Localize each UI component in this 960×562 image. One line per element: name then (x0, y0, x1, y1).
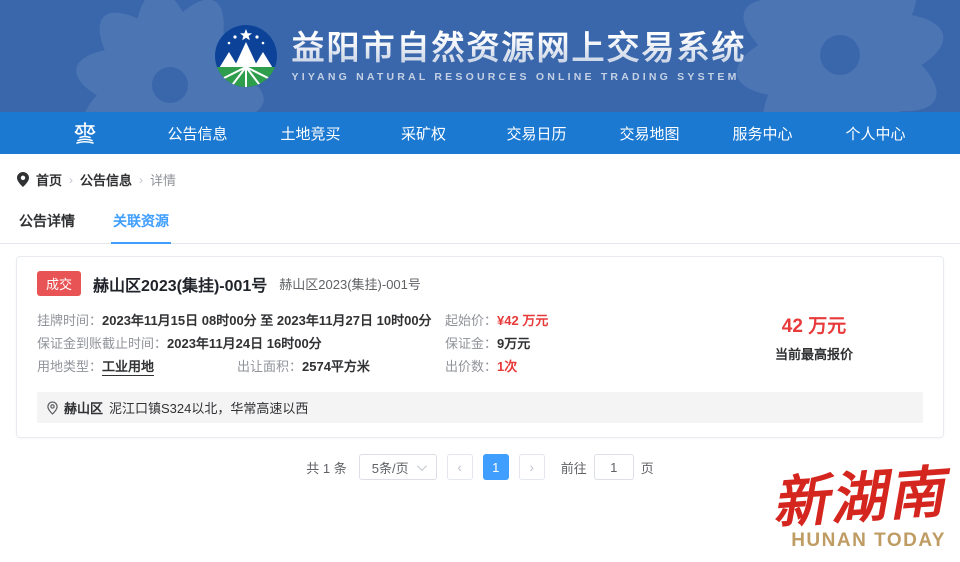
nav-item-service-center[interactable]: 服务中心 (706, 112, 819, 154)
breadcrumb-separator: › (139, 172, 144, 187)
land-type-pair: 用地类型： 工业用地 (37, 356, 237, 376)
breadcrumb-home[interactable]: 首页 (36, 170, 62, 189)
nav-item-land-bidding[interactable]: 土地竞买 (254, 112, 367, 154)
area-value: 2574平方米 (302, 359, 370, 374)
listing-subtitle: 赫山区2023(集挂)-001号 (279, 277, 421, 292)
land-type-label: 用地类型： (37, 359, 103, 374)
bid-count-value: 1次 (497, 359, 518, 374)
tab-related-resources[interactable]: 关联资源 (111, 203, 171, 244)
pagination: 共 1 条 5条/页 ‹ 1 › 前往 页 (0, 454, 960, 480)
breadcrumb-current: 详情 (150, 173, 177, 188)
goto-page-input[interactable] (593, 454, 634, 480)
location-pin-icon (17, 172, 29, 187)
land-type-value: 工业用地 (102, 356, 155, 376)
page-size-value: 5条/页 (371, 460, 409, 476)
hunan-today-logo: 新湖南 HUNAN TODAY (770, 459, 948, 552)
tab-announcement-detail[interactable]: 公告详情 (17, 203, 77, 244)
listing-card-header: 成交 赫山区2023(集挂)-001号 赫山区2023(集挂)-001号 (37, 271, 923, 296)
goto-unit: 页 (640, 460, 654, 476)
nav-item-trade-map[interactable]: 交易地图 (593, 112, 706, 154)
deposit-deadline-value: 2023年11月24日 16时00分 (167, 336, 322, 351)
site-logo-icon (214, 25, 277, 87)
brand: 益阳市自然资源网上交易系统 YIYANG NATURAL RESOURCES O… (214, 24, 747, 88)
nav-item-personal-center[interactable]: 个人中心 (819, 112, 932, 154)
current-bid-value: 42 万元 (781, 316, 847, 337)
nav-item-announcements[interactable]: 公告信息 (141, 112, 254, 154)
page: 益阳市自然资源网上交易系统 YIYANG NATURAL RESOURCES O… (0, 0, 960, 562)
brand-text: 益阳市自然资源网上交易系统 YIYANG NATURAL RESOURCES O… (292, 29, 747, 83)
current-bid-block: 42 万元 当前最高报价 (705, 310, 923, 379)
listing-info-grid: 挂牌时间： 2023年11月15日 08时00分 至 2023年11月27日 1… (37, 310, 923, 379)
deposit-value: 9万元 (497, 336, 531, 351)
deposit-row: 保证金： 9万元 (445, 333, 705, 356)
page-number-button[interactable]: 1 (482, 454, 509, 480)
deposit-label: 保证金： (445, 336, 498, 351)
breadcrumb-section[interactable]: 公告信息 (80, 170, 132, 189)
hunan-today-en-text: HUNAN TODAY (791, 530, 946, 551)
nav-item-trade-calendar[interactable]: 交易日历 (480, 112, 593, 154)
deposit-deadline-row: 保证金到账截止时间： 2023年11月24日 16时00分 (37, 333, 445, 356)
deposit-deadline-label: 保证金到账截止时间： (37, 336, 168, 351)
listing-title: 赫山区2023(集挂)-001号 (93, 277, 268, 295)
site-title: 益阳市自然资源网上交易系统 (291, 29, 747, 67)
pagination-total: 共 1 条 (306, 460, 347, 476)
main-nav: 公告信息 土地竞买 采矿权 交易日历 交易地图 服务中心 个人中心 (0, 112, 960, 154)
site-header: 益阳市自然资源网上交易系统 YIYANG NATURAL RESOURCES O… (0, 0, 960, 112)
listing-time-value: 2023年11月15日 08时00分 至 2023年11月27日 10时00分 (102, 313, 432, 328)
tabs: 公告详情 关联资源 (0, 203, 960, 244)
land-type-area-row: 用地类型： 工业用地 出让面积： 2574平方米 (37, 356, 445, 379)
listing-time-row: 挂牌时间： 2023年11月15日 08时00分 至 2023年11月27日 1… (37, 310, 445, 333)
bid-count-label: 出价数： (445, 359, 498, 374)
current-bid-label: 当前最高报价 (774, 347, 853, 362)
breadcrumb-separator: › (69, 172, 74, 187)
prev-page-button[interactable]: ‹ (446, 454, 473, 480)
location-address: 泥江口镇S324以北，华常高速以西 (109, 401, 309, 416)
scales-icon (74, 122, 95, 144)
listing-card[interactable]: 成交 赫山区2023(集挂)-001号 赫山区2023(集挂)-001号 挂牌时… (16, 256, 944, 438)
status-badge: 成交 (37, 271, 82, 296)
goto-label: 前往 (560, 460, 587, 476)
chevron-down-icon (416, 460, 427, 471)
listing-info-left-column: 挂牌时间： 2023年11月15日 08时00分 至 2023年11月27日 1… (37, 310, 445, 379)
start-price-value: ¥42 万元 (497, 313, 549, 328)
area-label: 出让面积： (237, 359, 303, 374)
goto-page-group: 前往 页 (561, 454, 654, 480)
nav-item-home[interactable] (28, 112, 141, 154)
start-price-label: 起始价： (445, 313, 498, 328)
nav-item-mining-rights[interactable]: 采矿权 (367, 112, 480, 154)
start-price-row: 起始价： ¥42 万元 (445, 310, 705, 333)
next-page-button[interactable]: › (518, 454, 545, 480)
location-district: 赫山区 (64, 401, 104, 416)
site-subtitle: YIYANG NATURAL RESOURCES ONLINE TRADING … (291, 70, 740, 83)
bid-count-row: 出价数： 1次 (445, 356, 705, 379)
page-size-select[interactable]: 5条/页 (358, 454, 437, 480)
listing-time-label: 挂牌时间： (37, 313, 103, 328)
map-pin-icon (47, 400, 58, 415)
breadcrumb: 首页 › 公告信息 › 详情 (0, 154, 960, 189)
location-strip: 赫山区 泥江口镇S324以北，华常高速以西 (37, 392, 923, 423)
listing-info-mid-column: 起始价： ¥42 万元 保证金： 9万元 出价数： 1次 (445, 310, 705, 379)
